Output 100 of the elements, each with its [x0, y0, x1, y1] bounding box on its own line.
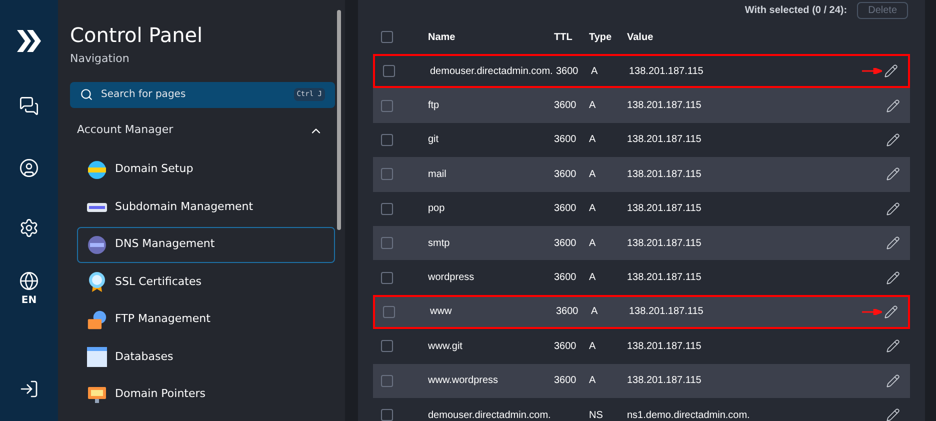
value-cell: 138.201.187.115	[627, 203, 702, 214]
browser-bar-icon	[87, 201, 107, 213]
user-icon[interactable]	[19, 158, 39, 178]
edit-icon[interactable]	[886, 339, 900, 354]
nav-item[interactable]: Domain Setup	[77, 152, 335, 188]
nav-item[interactable]: SSL Certificates	[77, 264, 335, 300]
edit-icon[interactable]	[886, 132, 900, 147]
name-cell: wordpress	[428, 272, 474, 284]
row-checkbox[interactable]	[383, 65, 395, 78]
name-cell: demouser.directadmin.com.	[428, 410, 551, 421]
logout-icon[interactable]	[19, 379, 39, 399]
logo-icon[interactable]	[15, 28, 43, 54]
ttl-cell: 3600	[556, 66, 578, 77]
name-cell: git	[428, 134, 439, 146]
type-cell: A	[589, 100, 596, 112]
name-cell: ftp	[428, 100, 440, 112]
select-all-checkbox[interactable]	[381, 31, 393, 43]
ttl-cell: 3600	[554, 340, 576, 352]
ttl-cell: 3600	[554, 134, 576, 146]
type-cell: A	[591, 66, 598, 77]
type-cell: A	[589, 238, 596, 249]
edit-icon[interactable]	[886, 270, 900, 285]
nav-item[interactable]: Databases	[77, 339, 335, 375]
nav-item-label: Domain Pointers	[115, 386, 206, 402]
search-input[interactable]: Search for pages	[101, 87, 286, 102]
nav-item[interactable]: Subdomain Management	[77, 189, 335, 225]
chat-icon[interactable]	[19, 96, 39, 116]
name-cell: www.wordpress	[428, 375, 498, 386]
value-cell: 138.201.187.115	[627, 375, 702, 386]
edit-icon[interactable]	[886, 202, 900, 216]
globe-icon[interactable]	[19, 271, 39, 291]
pointer-arrow	[862, 68, 882, 74]
row-checkbox[interactable]	[381, 100, 393, 112]
column-header: Name	[428, 30, 456, 44]
certificate-badge-icon	[88, 271, 106, 293]
folder-icon	[87, 308, 107, 330]
name-cell: www.git	[428, 340, 462, 352]
type-cell: A	[589, 375, 596, 386]
type-cell: A	[589, 340, 596, 352]
edit-icon[interactable]	[886, 98, 900, 113]
nav-item-label: SSL Certificates	[115, 274, 202, 290]
value-cell: 138.201.187.115	[629, 66, 704, 77]
name-cell: smtp	[428, 238, 450, 249]
row-checkbox[interactable]	[381, 237, 393, 250]
ttl-cell: 3600	[554, 238, 576, 249]
value-cell: ns1.demo.directadmin.com.	[627, 410, 750, 421]
row-checkbox[interactable]	[381, 340, 393, 352]
column-header: TTL	[554, 30, 574, 44]
name-cell: pop	[428, 203, 445, 214]
value-cell: 138.201.187.115	[627, 100, 702, 112]
value-cell: 138.201.187.115	[627, 168, 702, 180]
nav-item-label: Subdomain Management	[115, 198, 254, 215]
edit-icon[interactable]	[886, 374, 900, 388]
type-cell: A	[589, 168, 596, 180]
ttl-cell: 3600	[554, 272, 576, 284]
row-checkbox[interactable]	[381, 134, 393, 146]
globe-icon	[87, 160, 107, 180]
type-cell: A	[589, 134, 596, 146]
ttl-cell: 3600	[554, 100, 576, 112]
bulk-label: With selected (0 / 24):	[744, 4, 848, 18]
row-checkbox[interactable]	[381, 272, 393, 284]
nav-item[interactable]: FTP Management	[77, 302, 335, 338]
settings-icon[interactable]	[19, 218, 39, 238]
language-label[interactable]: EN	[21, 293, 37, 308]
scrollbar[interactable]	[337, 10, 341, 230]
value-cell: 138.201.187.115	[627, 272, 702, 284]
sidebar-subtitle: Navigation	[70, 51, 130, 67]
row-checkbox[interactable]	[381, 202, 393, 215]
ttl-cell: 3600	[554, 375, 576, 386]
ttl-cell: 3600	[556, 306, 578, 318]
edit-icon[interactable]	[886, 236, 900, 250]
sidebar-title: Control Panel	[70, 22, 204, 48]
value-cell: 138.201.187.115	[629, 306, 704, 318]
value-cell: 138.201.187.115	[627, 340, 702, 352]
row-checkbox[interactable]	[381, 168, 393, 180]
name-cell: demouser.directadmin.com.	[430, 66, 553, 77]
section-label: Account Manager	[77, 122, 174, 138]
edit-icon[interactable]	[884, 304, 898, 319]
type-cell: A	[589, 203, 596, 214]
name-cell: mail	[428, 168, 446, 180]
edit-icon[interactable]	[886, 167, 900, 182]
nav-item[interactable]: DNS Management	[77, 226, 335, 262]
edit-icon[interactable]	[884, 64, 898, 78]
value-cell: 138.201.187.115	[627, 134, 702, 146]
pointer-arrow	[862, 308, 882, 315]
nav-item-label: Domain Setup	[115, 161, 194, 178]
section-header[interactable]: Account Manager	[70, 118, 335, 144]
row-checkbox[interactable]	[383, 306, 395, 318]
row-checkbox[interactable]	[381, 409, 393, 421]
nav-item[interactable]: Domain Pointers	[77, 376, 335, 412]
edit-icon[interactable]	[886, 408, 900, 421]
value-cell: 138.201.187.115	[627, 238, 702, 249]
nav-item-label: Databases	[115, 348, 174, 365]
monitor-icon	[87, 384, 107, 404]
column-header: Type	[589, 30, 613, 44]
search-icon	[80, 88, 93, 101]
type-cell: NS	[589, 410, 603, 421]
ttl-cell: 3600	[554, 168, 576, 180]
row-checkbox[interactable]	[381, 374, 393, 387]
database-window-icon	[87, 347, 107, 367]
